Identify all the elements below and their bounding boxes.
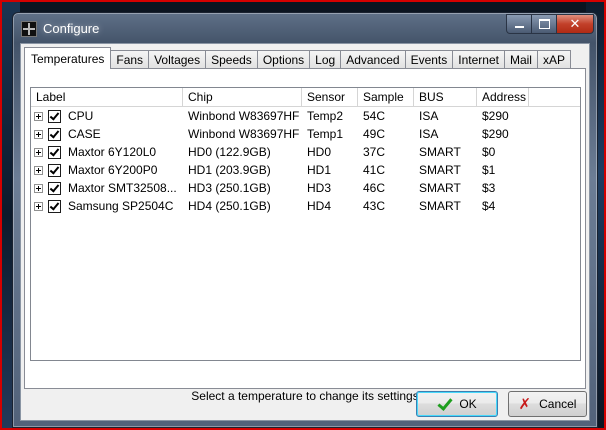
close-button[interactable]: ✕ bbox=[556, 14, 594, 34]
column-header-bus[interactable]: BUS bbox=[414, 88, 477, 106]
tab-options[interactable]: Options bbox=[256, 50, 311, 69]
label-cell: Maxtor 6Y200P0 bbox=[31, 161, 183, 179]
row-bus: ISA bbox=[419, 109, 439, 123]
row-label: Samsung SP2504C bbox=[68, 199, 174, 213]
tab-voltages[interactable]: Voltages bbox=[148, 50, 207, 69]
expand-plus-icon[interactable] bbox=[34, 201, 43, 211]
enable-checkbox[interactable] bbox=[48, 127, 61, 141]
column-header-sample[interactable]: Sample bbox=[358, 88, 414, 106]
tab-fans[interactable]: Fans bbox=[110, 50, 150, 69]
minimize-icon bbox=[514, 26, 524, 28]
column-header-chip[interactable]: Chip bbox=[183, 88, 302, 106]
close-icon: ✕ bbox=[569, 16, 581, 31]
cancel-button[interactable]: ✗ Cancel bbox=[508, 391, 587, 417]
dialog-client: Temperatures Fans Voltages Speeds Option… bbox=[20, 43, 590, 421]
row-bus: ISA bbox=[419, 127, 439, 141]
maximize-button[interactable] bbox=[531, 14, 557, 34]
cancel-button-label: Cancel bbox=[539, 397, 577, 411]
row-sample: 49C bbox=[363, 127, 386, 141]
cross-icon: ✗ bbox=[518, 396, 532, 413]
row-label: CPU bbox=[68, 109, 94, 123]
enable-checkbox[interactable] bbox=[48, 163, 61, 177]
tab-temperatures[interactable]: Temperatures bbox=[24, 47, 112, 69]
row-sample: 41C bbox=[363, 163, 386, 177]
row-chip: HD0 (122.9GB) bbox=[188, 145, 271, 159]
expand-plus-icon[interactable] bbox=[34, 147, 43, 157]
row-sample: 43C bbox=[363, 199, 386, 213]
label-cell: Maxtor SMT32508... bbox=[31, 179, 183, 197]
ok-button[interactable]: OK bbox=[416, 391, 498, 417]
row-label: Maxtor SMT32508... bbox=[68, 181, 177, 195]
row-label: CASE bbox=[68, 127, 101, 141]
row-sensor: HD4 bbox=[307, 199, 332, 213]
tab-xap[interactable]: xAP bbox=[536, 50, 571, 69]
table-row[interactable]: CASE Winbond W83697HF Temp1 49C ISA $290 bbox=[31, 125, 580, 143]
tab-advanced[interactable]: Advanced bbox=[340, 50, 406, 69]
label-cell: Samsung SP2504C bbox=[31, 197, 183, 215]
table-row[interactable]: Maxtor 6Y120L0 HD0 (122.9GB) HD0 37C SMA… bbox=[31, 143, 580, 161]
tab-mail[interactable]: Mail bbox=[503, 50, 538, 69]
table-row[interactable]: Samsung SP2504C HD4 (250.1GB) HD4 43C SM… bbox=[31, 197, 580, 215]
tab-strip: Temperatures Fans Voltages Speeds Option… bbox=[24, 47, 571, 69]
label-cell: CPU bbox=[31, 107, 183, 125]
expand-plus-icon[interactable] bbox=[34, 111, 43, 121]
enable-checkbox[interactable] bbox=[48, 199, 61, 213]
table-row[interactable]: Maxtor SMT32508... HD3 (250.1GB) HD3 46C… bbox=[31, 179, 580, 197]
label-cell: Maxtor 6Y120L0 bbox=[31, 143, 183, 161]
dialog-button-bar: OK ✗ Cancel bbox=[13, 387, 597, 427]
row-bus: SMART bbox=[419, 181, 461, 195]
column-header-label[interactable]: Label bbox=[31, 88, 183, 106]
row-chip: Winbond W83697HF bbox=[188, 127, 300, 141]
column-header-sensor[interactable]: Sensor bbox=[302, 88, 358, 106]
window-title: Configure bbox=[43, 21, 100, 36]
expand-plus-icon[interactable] bbox=[34, 165, 43, 175]
row-chip: HD3 (250.1GB) bbox=[188, 181, 271, 195]
enable-checkbox[interactable] bbox=[48, 109, 61, 123]
ok-button-label: OK bbox=[459, 397, 477, 411]
checkmark-icon bbox=[437, 397, 451, 411]
app-crosshair-icon[interactable] bbox=[21, 21, 37, 37]
row-sample: 46C bbox=[363, 181, 386, 195]
table-row[interactable]: Maxtor 6Y200P0 HD1 (203.9GB) HD1 41C SMA… bbox=[31, 161, 580, 179]
expand-plus-icon[interactable] bbox=[34, 129, 43, 139]
tab-speeds[interactable]: Speeds bbox=[205, 50, 258, 69]
row-bus: SMART bbox=[419, 199, 461, 213]
row-address: $290 bbox=[482, 127, 509, 141]
minimize-button[interactable] bbox=[506, 14, 532, 34]
row-sensor: HD0 bbox=[307, 145, 332, 159]
row-chip: HD1 (203.9GB) bbox=[188, 163, 271, 177]
row-chip: HD4 (250.1GB) bbox=[188, 199, 271, 213]
title-bar[interactable]: Configure ✕ bbox=[13, 13, 597, 43]
row-sensor: Temp2 bbox=[307, 109, 344, 123]
maximize-icon bbox=[538, 19, 550, 29]
column-header-address[interactable]: Address bbox=[477, 88, 529, 106]
tab-internet[interactable]: Internet bbox=[452, 50, 505, 69]
enable-checkbox[interactable] bbox=[48, 181, 61, 195]
row-address: $4 bbox=[482, 199, 496, 213]
row-sensor: Temp1 bbox=[307, 127, 344, 141]
row-bus: SMART bbox=[419, 145, 461, 159]
list-header: Label Chip Sensor Sample BUS Address bbox=[31, 88, 580, 107]
tab-events[interactable]: Events bbox=[404, 50, 454, 69]
row-address: $3 bbox=[482, 181, 496, 195]
row-address: $1 bbox=[482, 163, 496, 177]
enable-checkbox[interactable] bbox=[48, 145, 61, 159]
row-address: $290 bbox=[482, 109, 509, 123]
expand-plus-icon[interactable] bbox=[34, 183, 43, 193]
row-label: Maxtor 6Y120L0 bbox=[68, 145, 157, 159]
row-address: $0 bbox=[482, 145, 496, 159]
row-sensor: HD3 bbox=[307, 181, 332, 195]
row-label: Maxtor 6Y200P0 bbox=[68, 163, 158, 177]
temperatures-tab-panel: Label Chip Sensor Sample BUS Address CPU… bbox=[24, 68, 586, 389]
tab-log[interactable]: Log bbox=[309, 50, 342, 69]
row-sample: 54C bbox=[363, 109, 386, 123]
label-cell: CASE bbox=[31, 125, 183, 143]
row-sample: 37C bbox=[363, 145, 386, 159]
row-chip: Winbond W83697HF bbox=[188, 109, 300, 123]
row-bus: SMART bbox=[419, 163, 461, 177]
configure-window: Configure ✕ Temperatures Fans Voltages S… bbox=[12, 12, 598, 428]
temperature-sensor-list[interactable]: Label Chip Sensor Sample BUS Address CPU… bbox=[30, 87, 581, 361]
table-row[interactable]: CPU Winbond W83697HF Temp2 54C ISA $290 bbox=[31, 107, 580, 125]
row-sensor: HD1 bbox=[307, 163, 332, 177]
